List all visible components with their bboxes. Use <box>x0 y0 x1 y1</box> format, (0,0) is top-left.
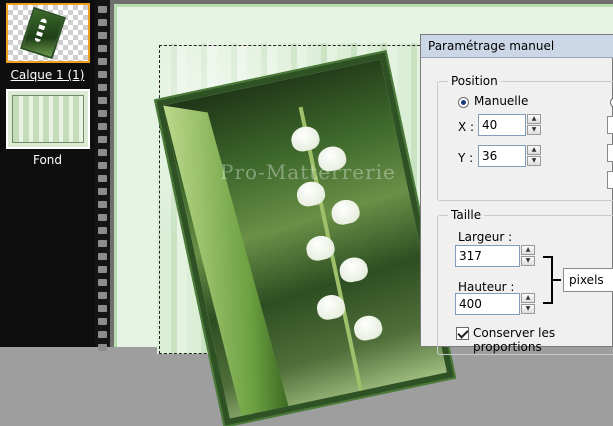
film-hole <box>98 253 107 260</box>
keep-proportions-checkbox[interactable] <box>456 327 469 340</box>
film-hole <box>98 266 107 273</box>
y-decrement-button[interactable]: ▼ <box>527 156 541 166</box>
height-label: Hauteur : <box>458 280 515 294</box>
photo-flower-bell <box>289 124 322 154</box>
layer-thumbnail-calque-1[interactable] <box>6 3 90 63</box>
height-increment-button[interactable]: ▲ <box>521 293 535 303</box>
film-strip-divider <box>95 0 110 351</box>
y-input[interactable]: 36 <box>478 145 526 167</box>
x-increment-button[interactable]: ▲ <box>527 114 541 124</box>
height-input[interactable]: 400 <box>455 293 520 315</box>
photo-flower-bell <box>337 254 370 285</box>
layer-name-calque-1[interactable]: Calque 1 (1) <box>0 68 95 82</box>
film-hole <box>98 292 107 299</box>
x-input[interactable]: 40 <box>478 114 526 136</box>
keep-proportions-label[interactable]: Conserver les proportions <box>473 326 613 354</box>
film-hole <box>98 331 107 338</box>
manual-radio-label[interactable]: Manuelle <box>474 94 528 108</box>
film-hole <box>98 201 107 208</box>
dialog-title: Paramétrage manuel <box>428 39 555 53</box>
film-hole <box>98 149 107 156</box>
layers-panel: Calque 1 (1) Fond <box>0 0 95 347</box>
anchor-button-middle[interactable] <box>607 144 613 162</box>
layer-preview-pattern <box>12 95 84 143</box>
height-decrement-button[interactable]: ▼ <box>521 304 535 314</box>
film-hole <box>98 279 107 286</box>
film-hole <box>98 214 107 221</box>
film-hole <box>98 84 107 91</box>
film-hole <box>98 188 107 195</box>
photo-flower-bell <box>329 197 362 227</box>
film-hole <box>98 123 107 130</box>
dialog-title-bar[interactable]: Paramétrage manuel <box>421 35 613 58</box>
width-decrement-button[interactable]: ▼ <box>521 256 535 266</box>
proportion-link-tick <box>553 279 561 281</box>
width-increment-button[interactable]: ▲ <box>521 245 535 255</box>
x-label: X : <box>458 120 475 134</box>
film-hole <box>98 97 107 104</box>
anchor-button-top[interactable] <box>607 116 613 134</box>
layer-preview-image <box>20 6 66 60</box>
film-hole <box>98 344 107 351</box>
film-hole <box>98 175 107 182</box>
film-hole <box>98 227 107 234</box>
x-spinner[interactable]: ▲ ▼ <box>527 114 541 136</box>
film-hole <box>98 6 107 13</box>
anchor-button-bottom[interactable] <box>607 171 613 189</box>
film-hole <box>98 162 107 169</box>
film-hole <box>98 58 107 65</box>
film-hole <box>98 240 107 247</box>
film-hole <box>98 305 107 312</box>
width-label: Largeur : <box>458 230 513 244</box>
film-hole <box>98 19 107 26</box>
film-hole <box>98 71 107 78</box>
layer-thumbnail-fond[interactable] <box>6 89 90 149</box>
manual-radio[interactable] <box>458 97 469 108</box>
y-spinner[interactable]: ▲ ▼ <box>527 145 541 167</box>
y-label: Y : <box>458 151 474 165</box>
size-legend: Taille <box>448 208 485 222</box>
x-decrement-button[interactable]: ▼ <box>527 125 541 135</box>
photo-flower-bell <box>351 313 385 343</box>
film-hole <box>98 32 107 39</box>
height-spinner[interactable]: ▲ ▼ <box>521 293 535 315</box>
film-hole <box>98 45 107 52</box>
unit-select[interactable]: pixels <box>563 268 613 292</box>
proportion-link-bracket <box>543 256 553 304</box>
watermark-text: Pro-Matterrerie <box>220 160 396 184</box>
film-hole <box>98 110 107 117</box>
width-input[interactable]: 317 <box>455 245 520 267</box>
film-hole <box>98 318 107 325</box>
position-legend: Position <box>448 74 501 88</box>
y-increment-button[interactable]: ▲ <box>527 145 541 155</box>
position-group: Position Manuelle X : Y : <box>437 74 613 201</box>
layer-name-fond[interactable]: Fond <box>0 153 95 167</box>
width-spinner[interactable]: ▲ ▼ <box>521 245 535 267</box>
film-hole <box>98 136 107 143</box>
